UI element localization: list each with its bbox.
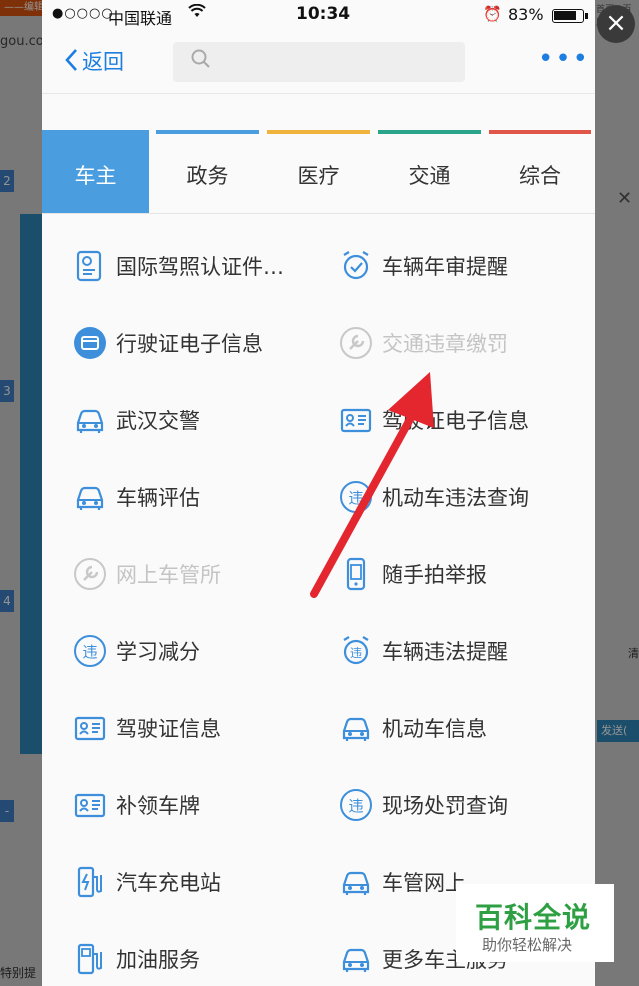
watermark-logo: 百科全说 助你轻松解决 [456, 884, 614, 962]
watermark-subtitle: 助你轻松解决 [482, 936, 573, 954]
annotation-arrow [310, 372, 434, 598]
watermark-title: 百科全说 [475, 901, 592, 934]
overlay-close-button[interactable]: × [597, 5, 635, 43]
phone-screen: ●○○○○ 中国联通 10:34 ⏰ 83% 返回 ••• 车主 政务 医疗 交… [42, 0, 595, 986]
